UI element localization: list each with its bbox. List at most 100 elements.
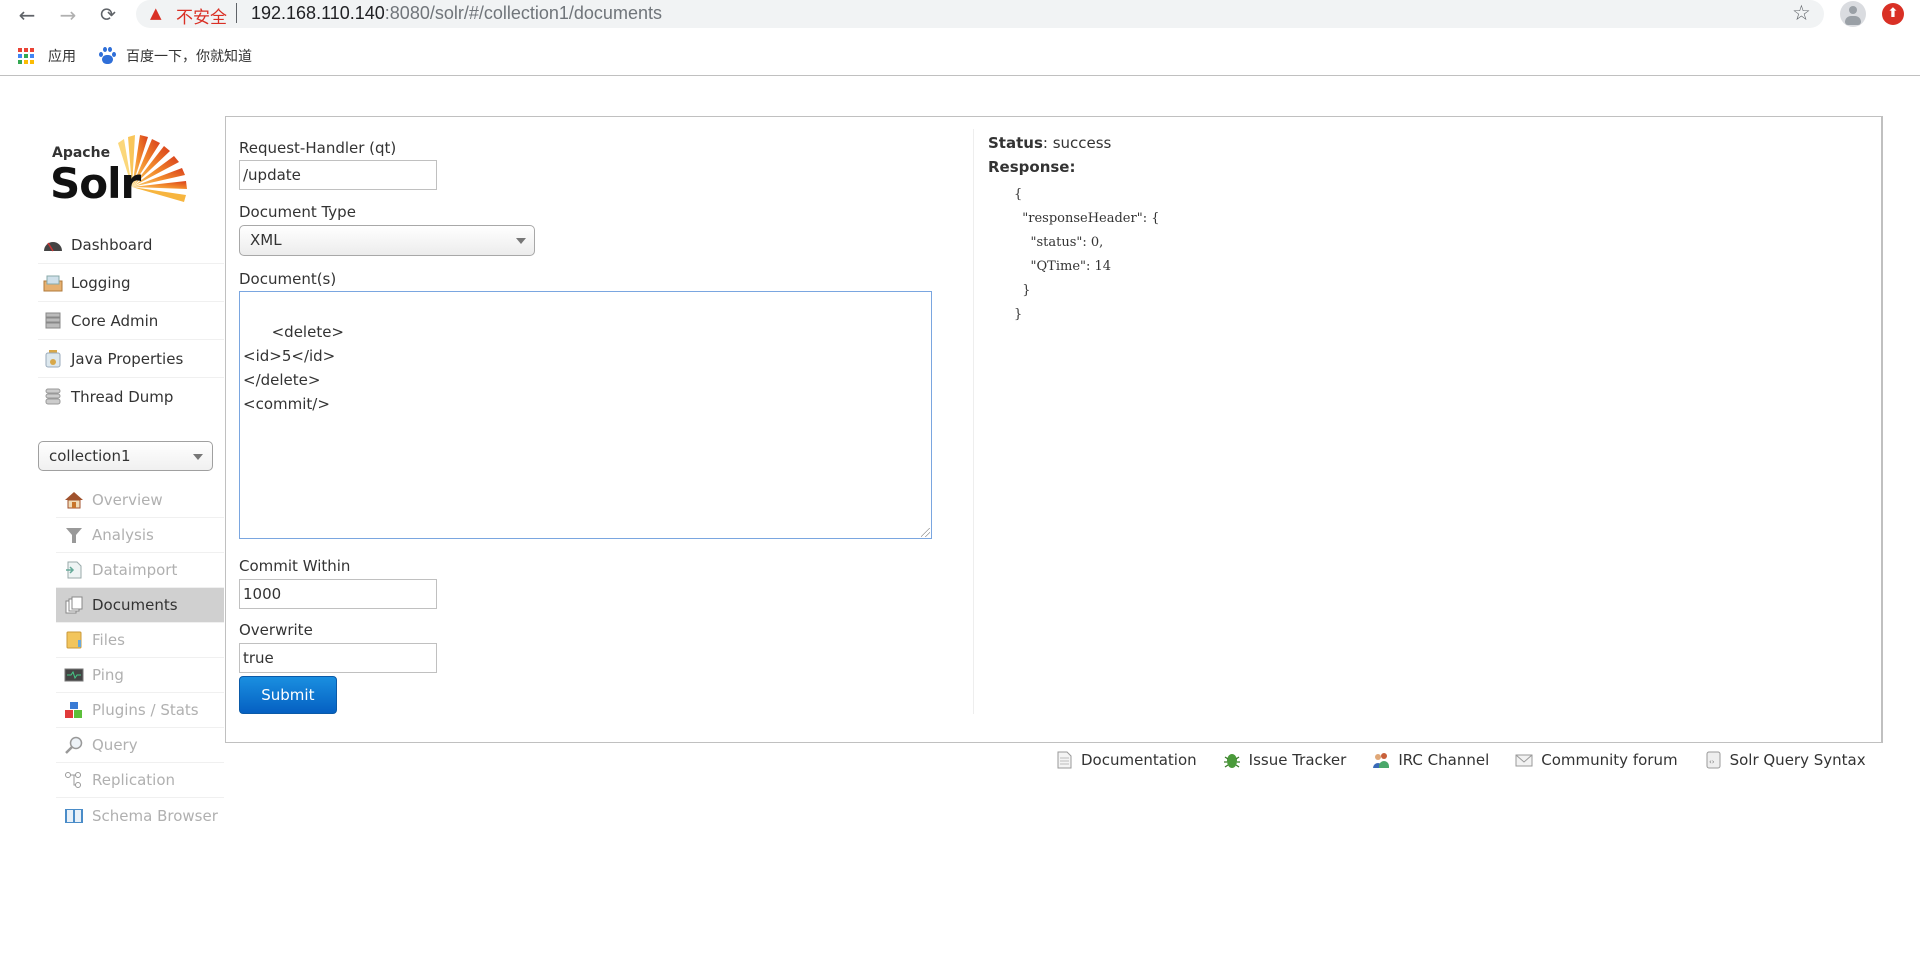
document-type-label: Document Type	[239, 203, 356, 221]
core-menu-item-dataimport[interactable]: Dataimport	[56, 553, 224, 588]
core-menu-item-schema-browser[interactable]: Schema Browser	[56, 798, 224, 833]
core-menu-item-replication[interactable]: Replication	[56, 763, 224, 798]
document-type-select[interactable]: XML	[239, 225, 535, 256]
bookmark-apps[interactable]: 应用	[18, 44, 76, 68]
footer-link-community-forum[interactable]: Community forum	[1515, 751, 1678, 769]
status-label: Status	[988, 134, 1043, 152]
footer-link-label: IRC Channel	[1398, 751, 1490, 769]
submit-document-button[interactable]: Submit Document	[239, 676, 337, 740]
menu-item-java-properties[interactable]: Java Properties	[38, 340, 224, 378]
menu-item-label: Core Admin	[71, 311, 159, 330]
bookmark-baidu[interactable]: 百度一下，你就知道	[98, 44, 252, 68]
resize-handle-icon[interactable]	[921, 528, 930, 537]
response-json: { "responseHeader": { "status": 0, "QTim…	[1014, 187, 1160, 322]
core-menu-item-label: Overview	[92, 491, 163, 509]
core-menu-item-plugins-stats[interactable]: Plugins / Stats	[56, 693, 224, 728]
documents-textarea[interactable]: <delete> <id>5</id> </delete> <commit/>	[239, 291, 932, 539]
footer-link-solr-query-syntax[interactable]: ‹› Solr Query Syntax	[1704, 751, 1866, 769]
url-host: 192.168.110.140	[251, 3, 385, 23]
core-selector-dropdown[interactable]: collection1	[38, 441, 213, 471]
forward-button[interactable]: →	[55, 2, 81, 28]
browser-toolbar: ← → ⟳ ▲ 不安全 192.168.110.140:8080/solr/#/…	[0, 0, 1920, 30]
menu-item-core-admin[interactable]: Core Admin	[38, 302, 224, 340]
response-heading: Response:	[988, 155, 1111, 179]
address-separator	[236, 3, 237, 23]
book-icon	[64, 807, 84, 825]
menu-item-label: Thread Dump	[71, 388, 174, 406]
core-menu-item-label: Plugins / Stats	[92, 701, 199, 719]
security-indicator[interactable]: 不安全	[176, 3, 227, 28]
menu-item-label: Logging	[71, 273, 131, 292]
main-menu: Dashboard Logging Core Admin Java Proper…	[38, 226, 224, 416]
core-menu-item-label: Ping	[92, 666, 124, 684]
document-type-value: XML	[250, 231, 282, 249]
footer-link-documentation[interactable]: Documentation	[1055, 751, 1197, 769]
update-arrow-icon[interactable]: ⬆	[1882, 3, 1904, 25]
footer-link-label: Solr Query Syntax	[1729, 751, 1866, 769]
request-handler-input[interactable]: /update	[239, 160, 437, 190]
status-value: : success	[1042, 134, 1112, 152]
footer-link-irc-channel[interactable]: IRC Channel	[1372, 751, 1489, 769]
magnifier-icon	[64, 736, 84, 754]
chevron-down-icon	[516, 238, 526, 244]
core-menu-item-query[interactable]: Query	[56, 728, 224, 763]
footer-link-issue-tracker[interactable]: Issue Tracker	[1223, 751, 1346, 769]
monitor-pulse-icon	[64, 666, 84, 684]
commit-within-input[interactable]: 1000	[239, 579, 437, 609]
svg-text:‹›: ‹›	[1709, 758, 1715, 766]
thread-dump-stack-icon	[43, 388, 63, 406]
core-menu-item-documents[interactable]: Documents	[56, 588, 224, 623]
core-menu-item-label: Dataimport	[92, 561, 178, 579]
core-menu-item-label: Documents	[92, 596, 178, 614]
apps-grid-icon	[18, 48, 34, 64]
menu-item-label: Java Properties	[71, 349, 184, 368]
reload-button[interactable]: ⟳	[95, 2, 121, 28]
bookmarks-bar: 应用 百度一下，你就知道	[0, 38, 1920, 76]
chevron-down-icon	[193, 454, 203, 460]
bug-icon	[1223, 751, 1241, 769]
response-area: Status: success Response: { "responseHea…	[988, 131, 1159, 322]
footer-links: Documentation Issue Tracker IRC Channel …	[1055, 748, 1866, 772]
core-menu-item-label: Query	[92, 736, 138, 754]
back-button[interactable]: ←	[14, 2, 40, 28]
envelope-icon	[1515, 751, 1533, 769]
profile-avatar-icon[interactable]	[1840, 1, 1866, 27]
overwrite-label: Overwrite	[239, 621, 313, 639]
java-jar-icon	[43, 349, 63, 368]
core-menu-item-analysis[interactable]: Analysis	[56, 518, 224, 553]
core-menu-item-ping[interactable]: Ping	[56, 658, 224, 693]
core-menu-item-files[interactable]: Files	[56, 623, 224, 658]
menu-item-thread-dump[interactable]: Thread Dump	[38, 378, 224, 416]
menu-item-logging[interactable]: Logging	[38, 264, 224, 302]
logging-inbox-icon	[43, 274, 63, 292]
commit-within-label: Commit Within	[239, 557, 351, 575]
bookmark-star-icon[interactable]: ☆	[1792, 1, 1811, 25]
logo-solr-text: Solr	[50, 159, 141, 208]
document-icon	[1055, 751, 1073, 769]
solr-logo[interactable]: Apache Solr	[50, 125, 202, 208]
warning-triangle-icon: ▲	[150, 4, 162, 22]
core-menu-item-label: Analysis	[92, 526, 154, 544]
response-label: Response:	[988, 158, 1076, 176]
documents-panel: Request-Handler (qt) /update Document Ty…	[225, 116, 1883, 743]
documents-textarea-content: <delete> <id>5</id> </delete> <commit/>	[243, 323, 345, 413]
core-menu-item-overview[interactable]: Overview	[56, 483, 224, 518]
blocks-icon	[64, 701, 84, 719]
core-menu: Overview Analysis Dataimport Documents F…	[56, 483, 224, 833]
dashboard-gauge-icon	[43, 236, 63, 254]
menu-item-dashboard[interactable]: Dashboard	[38, 226, 224, 264]
footer-link-label: Community forum	[1541, 751, 1678, 769]
url-path: :8080/solr/#/collection1/documents	[384, 3, 662, 23]
menu-item-label: Dashboard	[71, 235, 153, 254]
bookmark-baidu-label: 百度一下，你就知道	[126, 49, 252, 65]
footer-link-label: Documentation	[1081, 751, 1197, 769]
core-selector-value: collection1	[49, 447, 131, 465]
url-text[interactable]: 192.168.110.140:8080/solr/#/collection1/…	[251, 3, 662, 24]
address-bar[interactable]: ▲ 不安全 192.168.110.140:8080/solr/#/collec…	[136, 0, 1824, 28]
core-menu-item-label: Replication	[92, 771, 176, 789]
panel-divider	[973, 129, 974, 714]
overwrite-input[interactable]: true	[239, 643, 437, 673]
folder-icon	[64, 631, 84, 649]
bookmark-apps-label: 应用	[48, 49, 76, 65]
status-line: Status: success	[988, 131, 1111, 155]
